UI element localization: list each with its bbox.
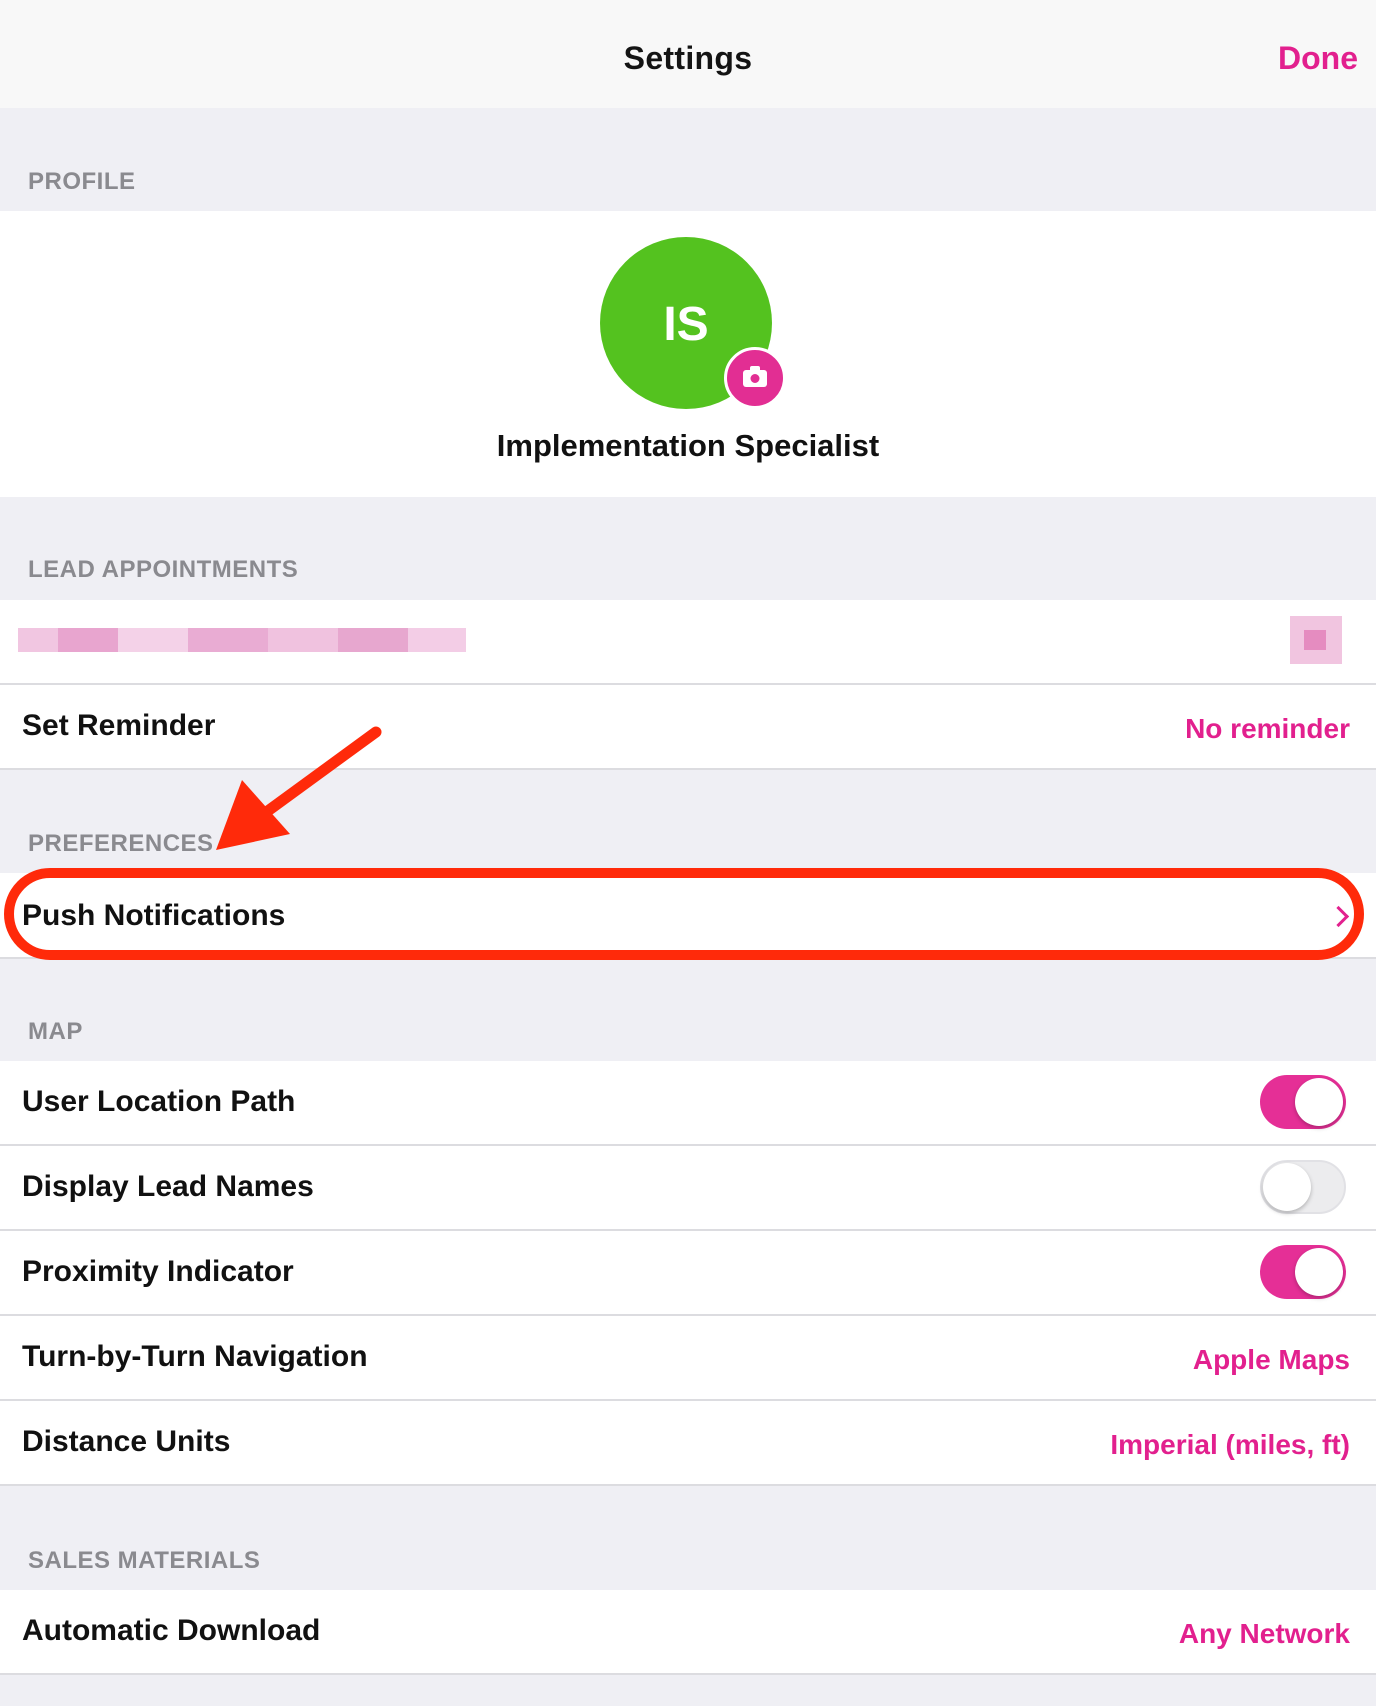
redacted-text xyxy=(18,628,466,652)
section-header-preferences: PREFERENCES xyxy=(28,830,214,857)
toggle-knob xyxy=(1263,1163,1311,1211)
row-label: Automatic Download xyxy=(22,1614,321,1647)
redacted-badge xyxy=(1290,616,1342,664)
display-lead-names-toggle[interactable] xyxy=(1260,1160,1346,1214)
row-label: Proximity Indicator xyxy=(22,1255,294,1288)
user-location-path-toggle[interactable] xyxy=(1260,1075,1346,1129)
avatar-initials: IS xyxy=(663,298,709,351)
turn-by-turn-navigation-row[interactable]: Turn-by-Turn Navigation Apple Maps xyxy=(0,1316,1376,1401)
automatic-download-row[interactable]: Automatic Download Any Network xyxy=(0,1590,1376,1675)
done-button[interactable]: Done xyxy=(1278,40,1358,77)
camera-icon xyxy=(743,366,767,387)
user-location-path-row: User Location Path xyxy=(0,1061,1376,1146)
row-label: Push Notifications xyxy=(22,899,286,932)
distance-units-value: Imperial (miles, ft) xyxy=(1110,1429,1350,1460)
row-label: Turn-by-Turn Navigation xyxy=(22,1340,368,1373)
page-title: Settings xyxy=(623,40,753,76)
toggle-knob xyxy=(1295,1078,1343,1126)
row-divider xyxy=(0,768,1376,770)
automatic-download-value: Any Network xyxy=(1178,1618,1350,1649)
change-photo-button[interactable] xyxy=(724,347,786,409)
set-reminder-row[interactable]: Set Reminder No reminder xyxy=(0,685,1376,770)
row-label: User Location Path xyxy=(22,1085,296,1118)
navigation-bar: Settings Done xyxy=(0,0,1376,108)
reminder-value: No reminder xyxy=(1185,713,1350,744)
display-lead-names-row: Display Lead Names xyxy=(0,1146,1376,1231)
section-header-sales-materials: SALES MATERIALS xyxy=(28,1547,261,1574)
row-label: Display Lead Names xyxy=(22,1170,314,1203)
proximity-indicator-toggle[interactable] xyxy=(1260,1245,1346,1299)
navigation-app-value: Apple Maps xyxy=(1192,1344,1350,1375)
profile-name: Implementation Specialist xyxy=(496,428,880,463)
toggle-knob xyxy=(1295,1248,1343,1296)
row-divider xyxy=(0,1673,1376,1675)
row-label: Set Reminder xyxy=(22,709,216,742)
row-divider xyxy=(0,1484,1376,1486)
row-label: Distance Units xyxy=(22,1425,231,1458)
chevron-right-icon xyxy=(1327,905,1350,928)
push-notifications-row[interactable]: Push Notifications xyxy=(0,873,1376,959)
distance-units-row[interactable]: Distance Units Imperial (miles, ft) xyxy=(0,1401,1376,1486)
proximity-indicator-row: Proximity Indicator xyxy=(0,1231,1376,1316)
section-header-map: MAP xyxy=(28,1018,83,1045)
row-divider xyxy=(0,957,1376,959)
section-header-profile: PROFILE xyxy=(28,168,136,195)
section-header-lead-appointments: LEAD APPOINTMENTS xyxy=(28,556,299,583)
